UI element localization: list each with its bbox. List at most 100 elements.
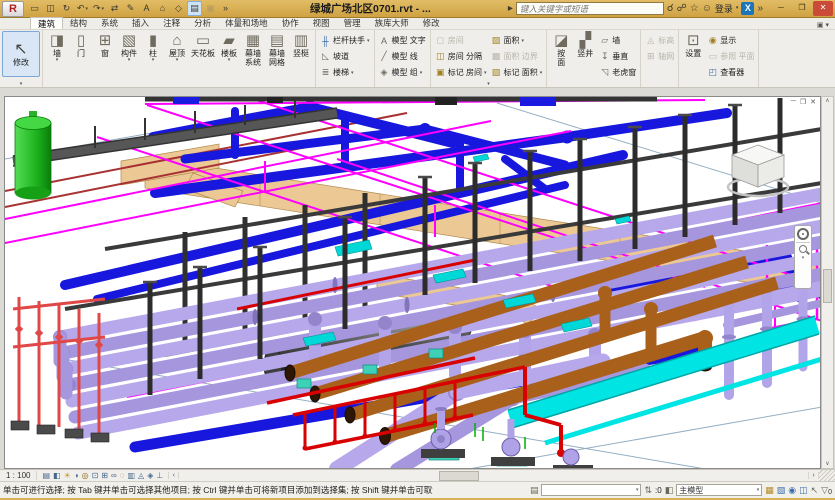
communication-center-icon[interactable]: ☍ — [677, 4, 687, 14]
reveal-constraints-button[interactable]: ⊥ — [156, 471, 163, 481]
vertical-scrollbar[interactable]: ∧ ∨ — [821, 96, 834, 469]
redo-button[interactable]: ↷▾ — [91, 1, 106, 16]
tag-room-button[interactable]: ▣标记 房间▾ — [433, 65, 489, 80]
highlight-displacement-sets-button[interactable]: ◈ — [147, 471, 153, 481]
navbar-chevron-icon[interactable]: ▾ — [802, 255, 805, 261]
temporary-hide-isolate-button[interactable]: ∞ — [111, 471, 117, 481]
tab-modify[interactable]: 修改 — [416, 17, 447, 29]
view-close-icon[interactable]: ✕ — [810, 98, 816, 106]
horizontal-scrollbar[interactable] — [179, 471, 808, 481]
shaft-opening-button[interactable]: ▞竖井 — [573, 31, 597, 68]
reveal-hidden-elements-button[interactable]: ◌ — [120, 471, 125, 481]
sun-path-button[interactable]: ☀ — [64, 471, 71, 481]
tab-annotate[interactable]: 注释 — [156, 17, 187, 29]
room-separator-button[interactable]: ◫房间 分隔 — [433, 49, 489, 64]
wall-button[interactable]: ◨墙▾ — [45, 31, 69, 64]
room-area-panel-expander-icon[interactable]: ▾ — [487, 81, 490, 87]
worksharing-display[interactable]: ▦ — [765, 485, 774, 496]
detail-level-button[interactable]: ▤ — [42, 471, 50, 481]
favorites-icon[interactable]: ☆ — [690, 4, 699, 14]
scale-button[interactable]: 1 : 100 — [0, 471, 37, 480]
tab-architecture[interactable]: 建筑 — [30, 17, 63, 29]
shadows-button[interactable]: ◑ — [74, 471, 79, 481]
text-button[interactable]: A — [139, 1, 154, 16]
modify-button[interactable]: ↖ 修改 — [2, 31, 40, 77]
mullion-button[interactable]: ▥竖梃 — [289, 31, 313, 59]
show-crop-region-button[interactable]: ⊞ — [101, 471, 108, 481]
column-button[interactable]: ▮柱▾ — [141, 31, 165, 64]
model-group-button[interactable]: ◈模型 组▾ — [377, 65, 428, 80]
exchange-apps-icon[interactable]: X — [741, 2, 754, 15]
visual-style-button[interactable]: ◧ — [53, 471, 61, 481]
tag-by-category-button[interactable]: ✎ — [123, 1, 138, 16]
select-panel-expander-icon[interactable]: ▾ — [20, 81, 23, 87]
sign-in-label[interactable]: 登录 — [715, 2, 733, 15]
design-option-select[interactable]: 主模型▾ — [676, 484, 762, 496]
roof-button[interactable]: ⌂屋顶▾ — [165, 31, 189, 64]
view-cube[interactable] — [722, 141, 794, 206]
tab-analyze[interactable]: 分析 — [187, 17, 218, 29]
zoom-icon[interactable] — [799, 245, 807, 253]
hscroll-right-icon[interactable]: › — [808, 472, 819, 479]
show-analytical-model-button[interactable]: ◬ — [138, 471, 144, 481]
select-pinned-toggle[interactable]: ◫ — [799, 485, 808, 496]
window-button[interactable]: ⊞窗 — [93, 31, 117, 59]
tab-view[interactable]: 视图 — [306, 17, 337, 29]
set-workplane-button[interactable]: ⊡设置 — [681, 31, 705, 59]
select-links-toggle[interactable]: ▧ — [777, 485, 786, 496]
close-inactive-windows-button[interactable]: ▣ — [203, 1, 218, 16]
infocenter-overflow-icon[interactable]: » — [757, 4, 763, 14]
ceiling-button[interactable]: ▭天花板 — [189, 31, 217, 59]
scroll-up-icon[interactable]: ∧ — [825, 97, 829, 104]
save-button[interactable]: ◫ — [43, 1, 58, 16]
default-3d-view-button[interactable]: ⌂ — [155, 1, 170, 16]
hscroll-left-icon[interactable]: ‹ — [168, 472, 179, 479]
section-button[interactable]: ◇ — [171, 1, 186, 16]
app-menu-button[interactable]: R — [2, 1, 24, 17]
tab-massing-site[interactable]: 体量和场地 — [218, 17, 275, 29]
steering-wheel-icon[interactable] — [797, 228, 809, 240]
drag-on-selection-toggle[interactable]: ↖ — [811, 485, 819, 496]
wall-opening-button[interactable]: ▱墙 — [597, 33, 638, 48]
select-underlay-toggle[interactable]: ◉ — [788, 485, 796, 496]
sync-with-central-button[interactable]: ↻ — [59, 1, 74, 16]
aligned-dimension-button[interactable]: ⇄ — [107, 1, 122, 16]
tab-insert[interactable]: 插入 — [125, 17, 156, 29]
tab-collaborate[interactable]: 协作 — [275, 17, 306, 29]
dormer-opening-button[interactable]: ◹老虎窗 — [597, 65, 638, 80]
ribbon-display-toggle[interactable]: ▣ ▾ — [817, 21, 829, 29]
filter-button[interactable]: ▽ 0 — [821, 485, 832, 496]
tab-structure[interactable]: 结构 — [63, 17, 94, 29]
workset-select[interactable]: ▾ — [541, 484, 641, 496]
show-rendering-dialog-button[interactable]: ◎ — [82, 471, 89, 481]
open-button[interactable]: ▭ — [27, 1, 42, 16]
area-button[interactable]: ▨面积▾ — [489, 33, 545, 48]
railing-button[interactable]: ╫栏杆扶手▾ — [318, 33, 372, 48]
floor-button[interactable]: ▰楼板▾ — [217, 31, 241, 64]
opening-by-face-button[interactable]: ◪按面 — [549, 31, 573, 68]
tab-family-library-master[interactable]: 族库大师 — [368, 17, 416, 29]
component-button[interactable]: ▧构件▾ — [117, 31, 141, 64]
vertical-scroll-thumb[interactable] — [823, 269, 832, 303]
temporary-view-properties-button[interactable]: ▥ — [127, 471, 135, 481]
viewer-button[interactable]: ◰查看器 — [705, 65, 756, 80]
show-workplane-button[interactable]: ◉显示 — [705, 33, 756, 48]
ramp-button[interactable]: ◺坡道 — [318, 49, 372, 64]
search-input[interactable] — [516, 2, 664, 15]
sign-in-user-icon[interactable]: ☺ — [702, 4, 712, 14]
vertical-opening-button[interactable]: ↧垂直 — [597, 49, 638, 64]
door-button[interactable]: ▯门 — [69, 31, 93, 59]
stair-button[interactable]: ≣楼梯▾ — [318, 65, 372, 80]
close-button[interactable]: ✕ — [813, 1, 833, 16]
search-icon[interactable]: ☌ — [667, 4, 674, 14]
view-restore-icon[interactable]: ❐ — [800, 98, 806, 106]
thin-lines-button[interactable]: ▤ — [187, 1, 202, 16]
tab-systems[interactable]: 系统 — [94, 17, 125, 29]
curtain-grid-button[interactable]: ▤幕墙网格 — [265, 31, 289, 68]
view-minimize-icon[interactable]: ─ — [791, 98, 796, 106]
model-line-button[interactable]: ╱模型 线 — [377, 49, 428, 64]
scroll-down-icon[interactable]: ∨ — [825, 460, 829, 467]
tab-manage[interactable]: 管理 — [337, 17, 368, 29]
undo-button[interactable]: ↶▾ — [75, 1, 90, 16]
navigation-bar[interactable]: ▾ — [794, 225, 812, 289]
